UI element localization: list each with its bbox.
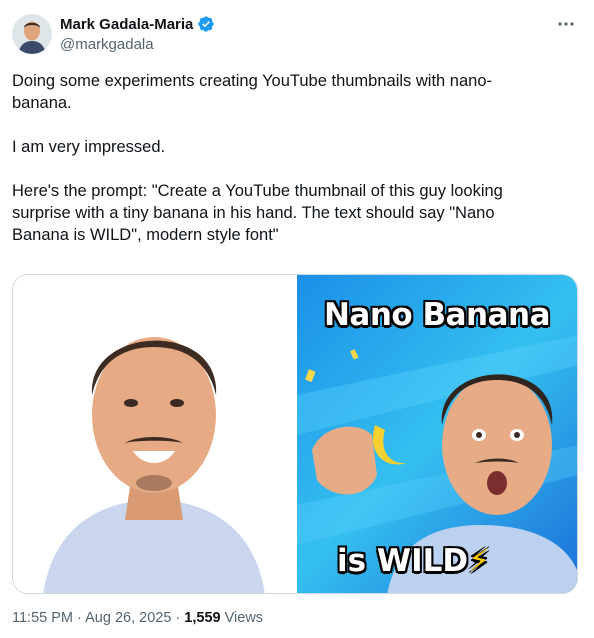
tweet-meta: 11:55 PM · Aug 26, 2025 · 1,559 Views bbox=[12, 610, 263, 626]
lightning-icon: ⚡ bbox=[468, 543, 490, 579]
tweet: Mark Gadala-Maria @markgadala Doing some… bbox=[0, 0, 594, 638]
media-grid: Nano Banana is WILD⚡ bbox=[12, 274, 578, 594]
avatar[interactable] bbox=[12, 14, 52, 54]
generated-thumbnail[interactable]: Nano Banana is WILD⚡ bbox=[297, 275, 577, 593]
thumbnail-subtitle: is WILD⚡ bbox=[337, 543, 490, 579]
meta-separator: · bbox=[77, 610, 82, 626]
tweet-time[interactable]: 11:55 PM bbox=[12, 610, 73, 626]
portrait-image bbox=[13, 275, 295, 593]
more-dots-icon[interactable] bbox=[556, 14, 576, 34]
avatar-image bbox=[12, 14, 52, 54]
thumbnail-subtitle-text: is WILD bbox=[337, 543, 469, 579]
author-handle[interactable]: @markgadala bbox=[60, 36, 215, 53]
thumbnail-title: Nano Banana bbox=[323, 297, 551, 333]
original-photo[interactable] bbox=[13, 275, 297, 593]
tweet-text: Doing some experiments creating YouTube … bbox=[12, 72, 503, 244]
meta-separator: · bbox=[175, 610, 181, 626]
views-count: 1,559 bbox=[184, 610, 221, 626]
tweet-date[interactable]: Aug 26, 2025 bbox=[85, 610, 171, 626]
author-block: Mark Gadala-Maria @markgadala bbox=[60, 14, 215, 53]
author-name[interactable]: Mark Gadala-Maria bbox=[60, 16, 193, 33]
verified-badge-icon bbox=[198, 16, 215, 32]
views-label: Views bbox=[224, 610, 264, 626]
